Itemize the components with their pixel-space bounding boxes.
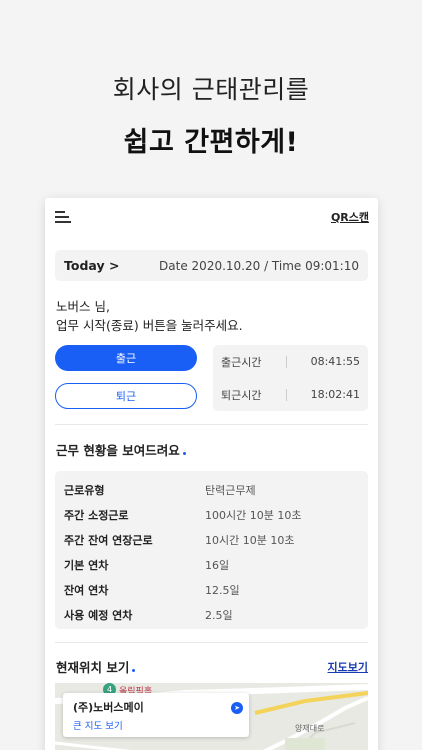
map-marker-icon[interactable]: ➤	[231, 702, 243, 714]
status-label: 잔여 연차	[64, 583, 109, 597]
top-bar: QR스캔	[45, 198, 378, 236]
status-value: 2.5일	[205, 608, 233, 622]
attendance-panel: 출근 퇴근 출근시간 08:41:55 퇴근시간 18:02:41	[55, 345, 368, 411]
clock-in-time-row: 출근시간 08:41:55	[221, 354, 360, 370]
attendance-buttons: 출근 퇴근	[55, 345, 197, 411]
accent-dot	[182, 452, 186, 455]
view-map-link[interactable]: 지도보기	[328, 659, 368, 675]
clock-out-button[interactable]: 퇴근	[55, 383, 197, 409]
table-row: 사용 예정 연차 2.5일	[55, 602, 368, 627]
clock-in-time-label: 출근시간	[221, 355, 262, 369]
clock-in-time-value: 08:41:55	[310, 355, 360, 368]
time-separator	[285, 355, 287, 368]
location-title: 현재위치 보기	[56, 657, 136, 676]
section-divider	[55, 642, 368, 643]
status-label: 근로유형	[64, 483, 105, 497]
clock-out-time-value: 18:02:41	[310, 388, 360, 401]
work-status-title-text: 근무 현황을 보여드려요	[56, 443, 180, 458]
app-screen: QR스캔 Today > Date 2020.10.20 / Time 09:0…	[45, 198, 378, 750]
hamburger-menu-icon[interactable]	[55, 211, 71, 223]
map-info-card[interactable]: (주)노버스메이 큰 지도 보기	[63, 693, 249, 737]
qr-scan-link[interactable]: QR스캔	[331, 209, 369, 225]
clock-out-time-label: 퇴근시간	[221, 388, 262, 402]
time-separator	[285, 388, 287, 401]
today-bar[interactable]: Today > Date 2020.10.20 / Time 09:01:10	[55, 250, 368, 281]
hero-line-1: 회사의 근태관리를	[112, 75, 310, 104]
status-label: 기본 연차	[64, 558, 109, 572]
today-label[interactable]: Today >	[64, 258, 119, 273]
location-header: 현재위치 보기 지도보기	[56, 657, 368, 676]
status-label: 주간 잔여 연장근로	[64, 533, 153, 547]
section-divider	[55, 424, 368, 425]
status-value: 100시간 10분 10초	[205, 508, 302, 522]
location-title-text: 현재위치 보기	[56, 660, 130, 675]
large-map-link[interactable]: 큰 지도 보기	[73, 718, 239, 732]
status-value: 탄력근무제	[205, 483, 256, 497]
attendance-times: 출근시간 08:41:55 퇴근시간 18:02:41	[213, 345, 368, 411]
table-row: 기본 연차 16일	[55, 552, 368, 577]
accent-dot	[132, 669, 136, 672]
location-map[interactable]: 4 올림픽홀 양재대로 (주)노버스메이 큰 지도 보기 ➤	[55, 683, 368, 750]
table-row: 잔여 연차 12.5일	[55, 577, 368, 602]
table-row: 근로유형 탄력근무제	[55, 477, 368, 502]
work-status-title: 근무 현황을 보여드려요	[56, 440, 367, 459]
greeting-instruction: 업무 시작(종료) 버튼을 눌러주세요.	[56, 318, 243, 333]
status-value: 12.5일	[205, 583, 240, 597]
map-card-name: (주)노버스메이	[73, 701, 144, 714]
hero-line-2: 쉽고 간편하게!	[123, 127, 299, 158]
clock-out-time-row: 퇴근시간 18:02:41	[221, 387, 360, 403]
clock-in-button[interactable]: 출근	[55, 345, 197, 371]
table-row: 주간 소정근로 100시간 10분 10초	[55, 502, 368, 527]
greeting-name: 노버스 님,	[56, 299, 110, 314]
status-value: 16일	[205, 558, 230, 572]
status-value: 10시간 10분 10초	[205, 533, 295, 547]
status-label: 주간 소정근로	[64, 508, 129, 522]
work-status-table: 근로유형 탄력근무제 주간 소정근로 100시간 10분 10초 주간 잔여 연…	[55, 471, 368, 629]
hero-heading: 회사의 근태관리를 쉽고 간편하게!	[0, 70, 422, 159]
map-road-label: 양재대로	[295, 724, 325, 733]
current-datetime: Date 2020.10.20 / Time 09:01:10	[159, 258, 359, 273]
table-row: 주간 잔여 연장근로 10시간 10분 10초	[55, 527, 368, 552]
status-label: 사용 예정 연차	[64, 608, 133, 622]
greeting-text: 노버스 님, 업무 시작(종료) 버튼을 눌러주세요.	[56, 297, 367, 335]
